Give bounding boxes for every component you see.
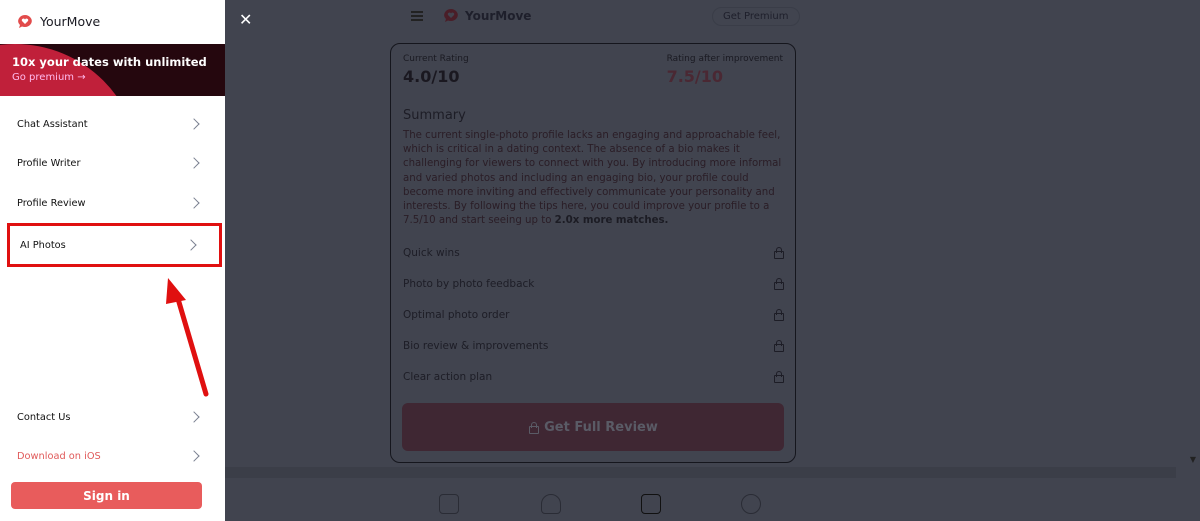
lock-icon: [773, 371, 784, 384]
sidebar-item-profile-writer[interactable]: Profile Writer: [7, 143, 222, 183]
sidebar-item-ai-photos[interactable]: AI Photos: [7, 223, 222, 267]
main-content-overlay[interactable]: ✕ YourMove Get Premium Current Rating 4.…: [225, 0, 1200, 521]
profile-writer-icon[interactable]: [541, 494, 561, 514]
lock-icon: [773, 247, 784, 260]
menu-icon[interactable]: [411, 11, 423, 21]
feature-item[interactable]: Clear action plan: [403, 361, 784, 392]
brand-name: YourMove: [40, 14, 101, 29]
sidebar-item-contact-us[interactable]: Contact Us: [7, 397, 222, 437]
lock-icon: [528, 421, 540, 434]
feature-list: Quick wins Photo by photo feedback Optim…: [403, 237, 784, 392]
summary-highlight: 2.0x more matches.: [554, 215, 669, 227]
feature-label: Clear action plan: [403, 370, 493, 383]
review-card: Current Rating 4.0/10 Rating after impro…: [390, 43, 796, 463]
profile-review-icon[interactable]: [641, 494, 661, 514]
lock-icon: [773, 278, 784, 291]
feature-label: Quick wins: [403, 246, 460, 259]
sidebar-item-download-ios[interactable]: Download on iOS: [7, 436, 222, 476]
sidebar-item-chat-assistant[interactable]: Chat Assistant: [7, 104, 222, 144]
feature-label: Optimal photo order: [403, 308, 510, 321]
chevron-right-icon: [185, 239, 197, 251]
go-premium-link[interactable]: Go premium →: [12, 72, 86, 83]
banner-decoration: [0, 44, 140, 96]
feature-label: Photo by photo feedback: [403, 277, 535, 290]
summary-text: The current single-photo profile lacks a…: [403, 129, 783, 228]
top-logo[interactable]: YourMove: [443, 8, 531, 23]
chevron-right-icon: [188, 450, 200, 462]
premium-banner[interactable]: 10x your dates with unlimited Go premium…: [0, 44, 225, 96]
heart-chat-icon: [444, 9, 458, 22]
chevron-right-icon: [188, 118, 200, 130]
improved-rating-label: Rating after improvement: [666, 54, 783, 64]
feature-item[interactable]: Quick wins: [403, 237, 784, 268]
summary-title: Summary: [403, 108, 466, 123]
annotation-arrow-icon: [166, 278, 209, 397]
feature-label: Bio review & improvements: [403, 339, 549, 352]
chat-assistant-icon[interactable]: [439, 494, 459, 514]
lock-icon: [773, 340, 784, 353]
top-bar: ✕ YourMove Get Premium: [225, 0, 1200, 34]
item-label: Chat Assistant: [17, 118, 88, 130]
summary-body: The current single-photo profile lacks a…: [403, 130, 782, 227]
close-icon[interactable]: ✕: [239, 12, 252, 28]
banner-title: 10x your dates with unlimited: [12, 55, 207, 69]
improved-rating: Rating after improvement 7.5/10: [667, 54, 783, 86]
bottom-nav: [225, 480, 1200, 521]
item-label: Contact Us: [17, 411, 71, 423]
get-premium-button[interactable]: Get Premium: [712, 7, 800, 26]
feature-item[interactable]: Optimal photo order: [403, 299, 784, 330]
chevron-right-icon: [188, 197, 200, 209]
scroll-down-arrow[interactable]: ▼: [1190, 455, 1196, 464]
sidebar-item-profile-review[interactable]: Profile Review: [7, 183, 222, 223]
brand-name: YourMove: [465, 8, 532, 23]
sign-in-button[interactable]: Sign in: [11, 482, 202, 509]
sidebar-logo[interactable]: YourMove: [17, 14, 100, 29]
sidebar-menu: YourMove 10x your dates with unlimited G…: [0, 0, 225, 521]
item-label: Profile Writer: [17, 157, 81, 169]
feature-item[interactable]: Bio review & improvements: [403, 330, 784, 361]
heart-chat-icon: [18, 15, 32, 28]
get-full-review-button[interactable]: Get Full Review: [402, 403, 784, 451]
horizontal-scrollbar[interactable]: [225, 467, 1176, 478]
item-label: Download on iOS: [17, 450, 101, 462]
chevron-right-icon: [188, 157, 200, 169]
improved-rating-value: 7.5/10: [666, 67, 724, 86]
ai-photos-icon[interactable]: [741, 494, 761, 514]
feature-item[interactable]: Photo by photo feedback: [403, 268, 784, 299]
cta-label: Get Full Review: [544, 419, 658, 435]
item-label: Profile Review: [17, 197, 86, 209]
chevron-right-icon: [188, 411, 200, 423]
item-label: AI Photos: [20, 239, 66, 251]
lock-icon: [773, 309, 784, 322]
